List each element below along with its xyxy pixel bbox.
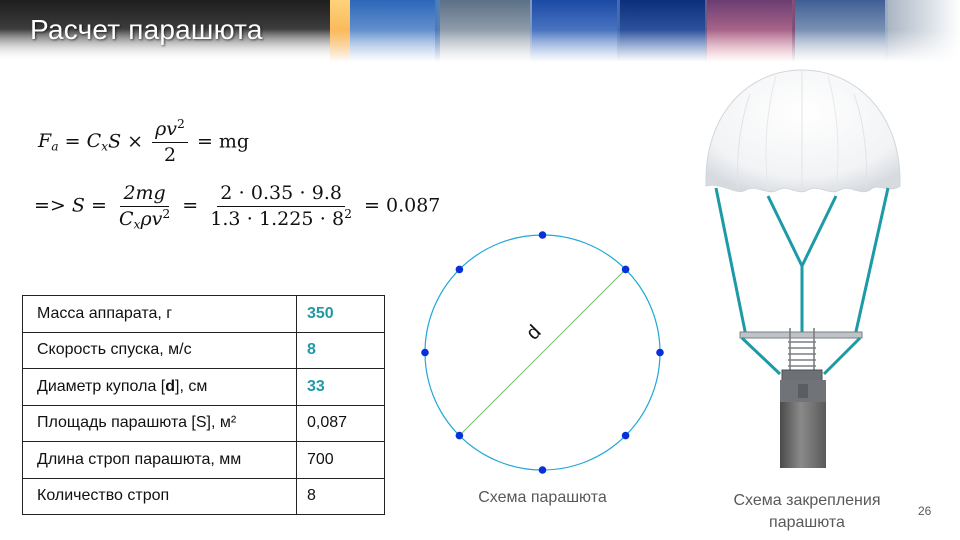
table-row: Длина строп парашюта, мм 700 (22, 441, 385, 479)
formula-fraction-numeric: 2 ⋅ 0.35 ⋅ 9.8 1.3 ⋅ 1.225 ⋅ 82 (210, 182, 352, 230)
formula-force: Fa (38, 130, 59, 154)
formula-line-1: Fa = CxS × ρv2 2 = mg (38, 118, 249, 167)
formula-result: 0.087 (385, 194, 441, 217)
param-value: 350 (296, 295, 385, 333)
table-row: Скорость спуска, м/с 8 (22, 331, 385, 369)
canopy-attachment-point (656, 348, 664, 357)
formula-equals: = (64, 130, 81, 153)
mount-plate (739, 331, 863, 339)
param-value: 700 (296, 441, 385, 479)
payload-lock (798, 384, 808, 398)
formula-equals-3: = (90, 194, 107, 217)
mount-caption-line-2: парашюта (769, 514, 845, 531)
formula-cx: Cx (86, 130, 109, 154)
page-title: Расчет парашюта (30, 14, 263, 45)
canopy-dome (705, 69, 901, 193)
param-value: 8 (296, 477, 385, 515)
page-number: 26 (918, 504, 932, 518)
mount-caption-line-1: Схема закрепления (733, 492, 881, 509)
canopy-attachment-point (455, 431, 464, 440)
scheme-caption: Схема парашюта (478, 489, 607, 506)
mount-caption: Схема закрепления парашюта (712, 490, 902, 534)
canopy-attachment-point (538, 231, 547, 239)
param-value: 8 (296, 331, 385, 369)
parachute-scheme-diagram: d (421, 231, 664, 474)
formula-equals-4: = (182, 194, 199, 217)
parameters-table: Масса аппарата, г 350 Скорость спуска, м… (22, 295, 385, 515)
canopy-attachment-point (621, 431, 630, 440)
canopy-attachment-point (538, 466, 547, 474)
table-row: Количество строп 8 (22, 477, 385, 515)
formula-s: S (108, 130, 122, 153)
param-value: 33 (296, 368, 385, 406)
diameter-label: d (522, 321, 545, 344)
formula-line-2: => S = 2mg Cxρv2 = 2 ⋅ 0.35 ⋅ 9.8 1.3 ⋅ … (34, 182, 440, 231)
param-label: Диаметр купола [d], см (22, 368, 297, 406)
table-row: Диаметр купола [d], см 33 (22, 368, 385, 406)
canopy-attachment-point (455, 265, 464, 274)
param-value: 0,087 (296, 404, 385, 442)
formula-s-2: S (71, 194, 85, 217)
param-label: Масса аппарата, г (22, 295, 297, 333)
parachute-mount-illustration (705, 69, 901, 468)
header-banner: Расчет парашюта (0, 0, 960, 62)
formula-equals-5: = (364, 194, 380, 217)
formula-times: × (127, 130, 144, 153)
table-row: Масса аппарата, г 350 (22, 295, 385, 333)
canopy-attachment-point (421, 348, 429, 357)
formula-mg: mg (218, 130, 250, 153)
param-label: Скорость спуска, м/с (22, 331, 297, 369)
formula-implies: => (34, 194, 66, 217)
canopy-attachment-point (621, 265, 630, 274)
formula-equals-2: = (196, 130, 213, 153)
param-label: Количество строп (22, 477, 297, 515)
param-label: Площадь парашюта [S], м² (22, 404, 297, 442)
plate-to-payload-lines (740, 336, 862, 376)
diameter-line (459, 269, 626, 436)
suspension-lines (714, 187, 890, 337)
param-label: Длина строп парашюта, мм (22, 441, 297, 479)
formula-fraction-symbolic: 2mg Cxρv2 (118, 182, 171, 232)
formula-fraction-dynamic-pressure: ρv2 2 (152, 118, 188, 167)
table-row: Площадь парашюта [S], м² 0,087 (22, 404, 385, 442)
